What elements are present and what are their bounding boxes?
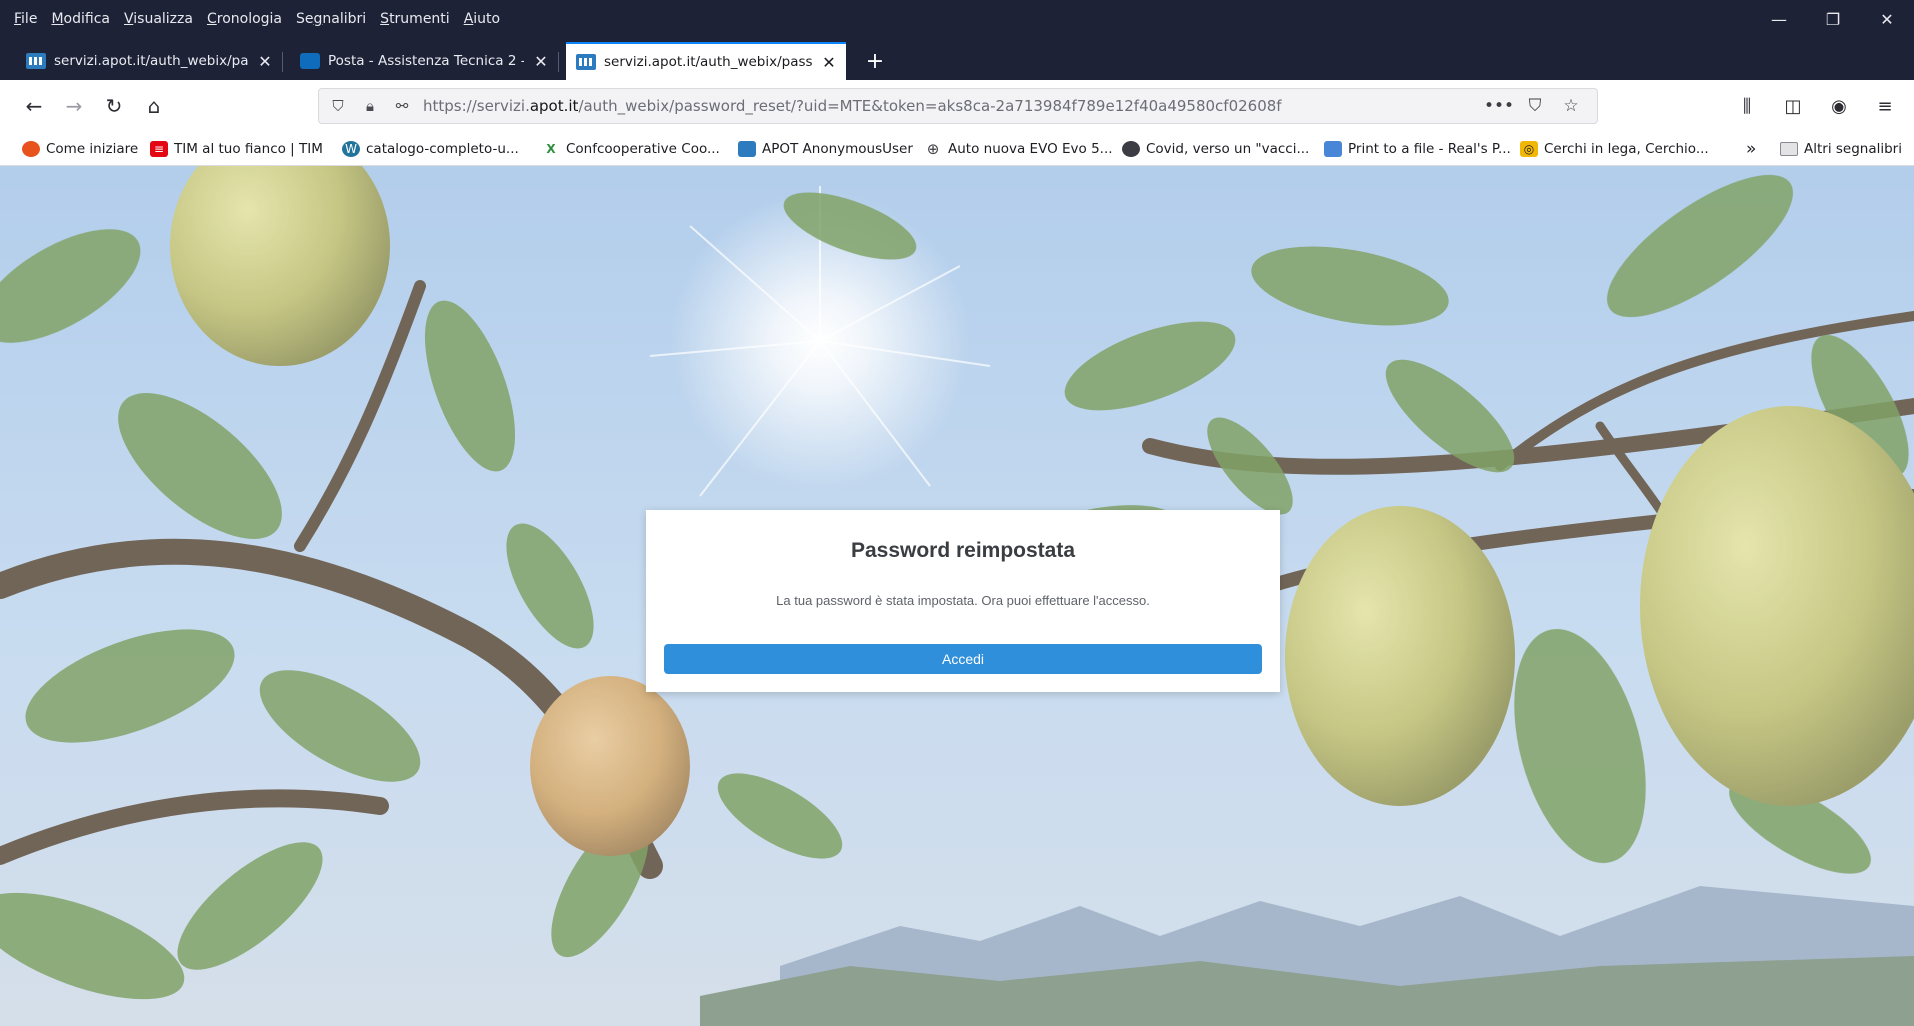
sidebar-icon[interactable]: ◫ xyxy=(1770,88,1816,124)
print-icon xyxy=(1324,141,1342,157)
apot-favicon-icon xyxy=(576,54,596,70)
close-tab-icon[interactable]: ✕ xyxy=(532,52,550,71)
back-icon[interactable]: ← xyxy=(16,88,52,124)
bookmark-print-to-file[interactable]: Print to a file - Real's P... xyxy=(1324,136,1511,162)
home-icon[interactable]: ⌂ xyxy=(136,88,172,124)
page-actions-icon[interactable]: ••• xyxy=(1481,96,1517,116)
dialog-message: La tua password è stata impostata. Ora p… xyxy=(776,593,1150,608)
restore-icon[interactable]: ❐ xyxy=(1806,0,1860,38)
url-bar[interactable]: ⛉ 🔒︎ ⚯ https://servizi.apot.it/auth_webi… xyxy=(318,88,1598,124)
outlook-favicon-icon xyxy=(300,53,320,69)
menu-strumenti[interactable]: Strumenti xyxy=(380,11,450,27)
bookmark-covid[interactable]: Covid, verso un "vacci... xyxy=(1122,136,1309,162)
bookmarks-bar: Come iniziare ≡ TIM al tuo fianco | TIM … xyxy=(0,132,1914,166)
menu-segnalibri[interactable]: Segnalibri xyxy=(296,11,366,27)
confcooperative-icon: X xyxy=(546,142,556,156)
account-icon[interactable]: ◉ xyxy=(1816,88,1862,124)
forward-icon[interactable]: → xyxy=(56,88,92,124)
toolbar-right: ⫼ ◫ ◉ ≡ xyxy=(1724,88,1908,124)
password-reset-dialog: Password reimpostata La tua password è s… xyxy=(646,510,1280,692)
new-tab-button[interactable]: + xyxy=(858,44,892,78)
pocket-icon[interactable]: ⛉ xyxy=(1517,96,1553,116)
bookmark-catalogo[interactable]: W catalogo-completo-u... xyxy=(342,136,519,162)
bookmark-apot[interactable]: APOT AnonymousUser xyxy=(738,136,913,162)
wordpress-icon: W xyxy=(342,141,360,157)
bookmark-confcooperative[interactable]: X Confcooperative Coo... xyxy=(542,136,720,162)
reload-icon[interactable]: ↻ xyxy=(96,88,132,124)
window-controls: — ❐ ✕ xyxy=(1752,0,1914,38)
bookmark-star-icon[interactable]: ☆ xyxy=(1553,96,1589,116)
wheels-icon: ◎ xyxy=(1520,141,1538,157)
tim-icon: ≡ xyxy=(150,141,168,157)
page-content: Password reimpostata La tua password è s… xyxy=(0,166,1914,1026)
close-tab-icon[interactable]: ✕ xyxy=(820,53,838,72)
menu-visualizza[interactable]: Visualizza xyxy=(124,11,193,27)
tab-posta[interactable]: Posta - Assistenza Tecnica 2 - A ✕ xyxy=(290,42,559,80)
apot-icon xyxy=(738,141,756,157)
close-tab-icon[interactable]: ✕ xyxy=(256,52,274,71)
news-icon xyxy=(1122,141,1140,157)
bookmark-auto-nuova[interactable]: ⊕ Auto nuova EVO Evo 5... xyxy=(924,136,1113,162)
menu-aiuto[interactable]: Aiuto xyxy=(464,11,500,27)
menu-hamburger-icon[interactable]: ≡ xyxy=(1862,88,1908,124)
other-bookmarks[interactable]: Altri segnalibri xyxy=(1780,136,1902,162)
accedi-button[interactable]: Accedi xyxy=(664,644,1262,674)
bookmark-come-iniziare[interactable]: Come iniziare xyxy=(22,136,138,162)
shield-icon[interactable]: ⛉ xyxy=(325,97,351,115)
menu-modifica[interactable]: Modifica xyxy=(51,11,110,27)
url-text[interactable]: https://servizi.apot.it/auth_webix/passw… xyxy=(423,97,1513,115)
bookmark-cerchi[interactable]: ◎ Cerchi in lega, Cerchio... xyxy=(1520,136,1709,162)
navigation-bar: ← → ↻ ⌂ ⛉ 🔒︎ ⚯ https://servizi.apot.it/a… xyxy=(0,80,1914,132)
globe-icon: ⊕ xyxy=(926,140,940,158)
bookmarks-overflow-icon[interactable]: » xyxy=(1746,136,1756,162)
library-icon[interactable]: ⫼ xyxy=(1724,88,1770,124)
firefox-icon xyxy=(22,141,40,157)
menu-cronologia[interactable]: Cronologia xyxy=(207,11,282,27)
close-window-icon[interactable]: ✕ xyxy=(1860,0,1914,38)
menu-bar: File Modifica Visualizza Cronologia Segn… xyxy=(0,0,1914,38)
tab-bar: servizi.apot.it/auth_webix/pass ✕ Posta … xyxy=(0,38,1914,80)
permissions-icon[interactable]: ⚯ xyxy=(389,97,415,115)
apot-favicon-icon xyxy=(26,53,46,69)
tab-apot-1[interactable]: servizi.apot.it/auth_webix/pass ✕ xyxy=(16,42,283,80)
folder-icon xyxy=(1780,142,1798,156)
tab-title: servizi.apot.it/auth_webix/pass xyxy=(54,53,248,69)
bookmark-tim[interactable]: ≡ TIM al tuo fianco | TIM xyxy=(150,136,323,162)
minimize-icon[interactable]: — xyxy=(1752,0,1806,38)
tab-title: servizi.apot.it/auth_webix/pass xyxy=(604,54,812,70)
tab-apot-active[interactable]: servizi.apot.it/auth_webix/pass ✕ xyxy=(566,42,846,80)
tab-title: Posta - Assistenza Tecnica 2 - A xyxy=(328,53,524,69)
dialog-title: Password reimpostata xyxy=(850,539,1076,562)
menu-file[interactable]: File xyxy=(14,11,37,27)
lock-icon[interactable]: 🔒︎ xyxy=(357,97,383,115)
